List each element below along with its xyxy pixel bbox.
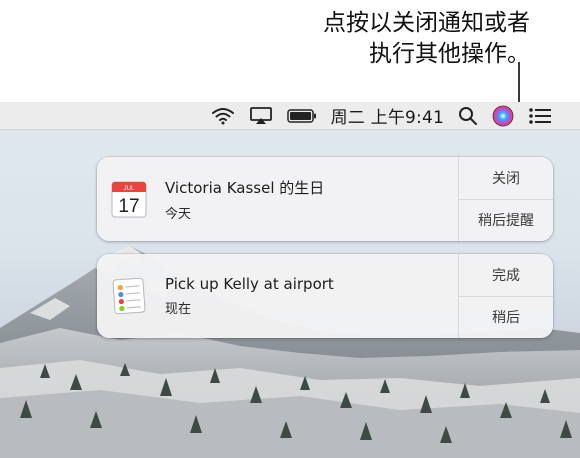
callout-line-2: 执行其他操作。 — [369, 41, 530, 67]
notification-subtitle: 现在 — [165, 302, 192, 317]
notification-actions: 关闭 稍后提醒 — [458, 157, 553, 241]
airplay-icon[interactable] — [249, 106, 273, 125]
notification-content[interactable]: JUL 17 Victoria Kassel 的生日 今天 — [97, 157, 458, 241]
search-icon[interactable] — [458, 106, 478, 126]
callout-text: 点按以关闭通知或者 执行其他操作。 — [200, 8, 530, 70]
menubar-clock[interactable]: 周二 上午9:41 — [331, 103, 444, 128]
notification-banner-calendar[interactable]: JUL 17 Victoria Kassel 的生日 今天 关闭 稍后提醒 — [97, 157, 553, 241]
menu-bar: 周二 上午9:41 — [0, 102, 580, 130]
notification-actions: 完成 稍后 — [458, 254, 553, 338]
later-button[interactable]: 稍后 — [459, 295, 553, 339]
notification-subtitle: 今天 — [165, 206, 192, 222]
complete-button[interactable]: 完成 — [459, 254, 553, 296]
calendar-icon: JUL 17 — [111, 181, 147, 218]
calendar-month: JUL — [124, 186, 135, 192]
notification-title: Victoria Kassel 的生日 — [165, 178, 325, 197]
callout-line-1: 点按以关闭通知或者 — [323, 10, 530, 36]
notification-center-icon[interactable] — [528, 107, 552, 125]
reminders-icon — [112, 277, 146, 315]
close-button[interactable]: 关闭 — [459, 157, 553, 199]
siri-icon[interactable] — [492, 105, 514, 127]
wifi-icon[interactable] — [211, 107, 235, 125]
calendar-date: 17 — [118, 196, 139, 217]
notification-banner-reminders[interactable]: Pick up Kelly at airport 现在 完成 稍后 — [97, 254, 553, 338]
notification-content[interactable]: Pick up Kelly at airport 现在 — [97, 254, 458, 338]
notification-title: Pick up Kelly at airport — [165, 275, 334, 293]
snooze-button[interactable]: 稍后提醒 — [459, 198, 553, 242]
battery-icon[interactable] — [286, 108, 317, 123]
